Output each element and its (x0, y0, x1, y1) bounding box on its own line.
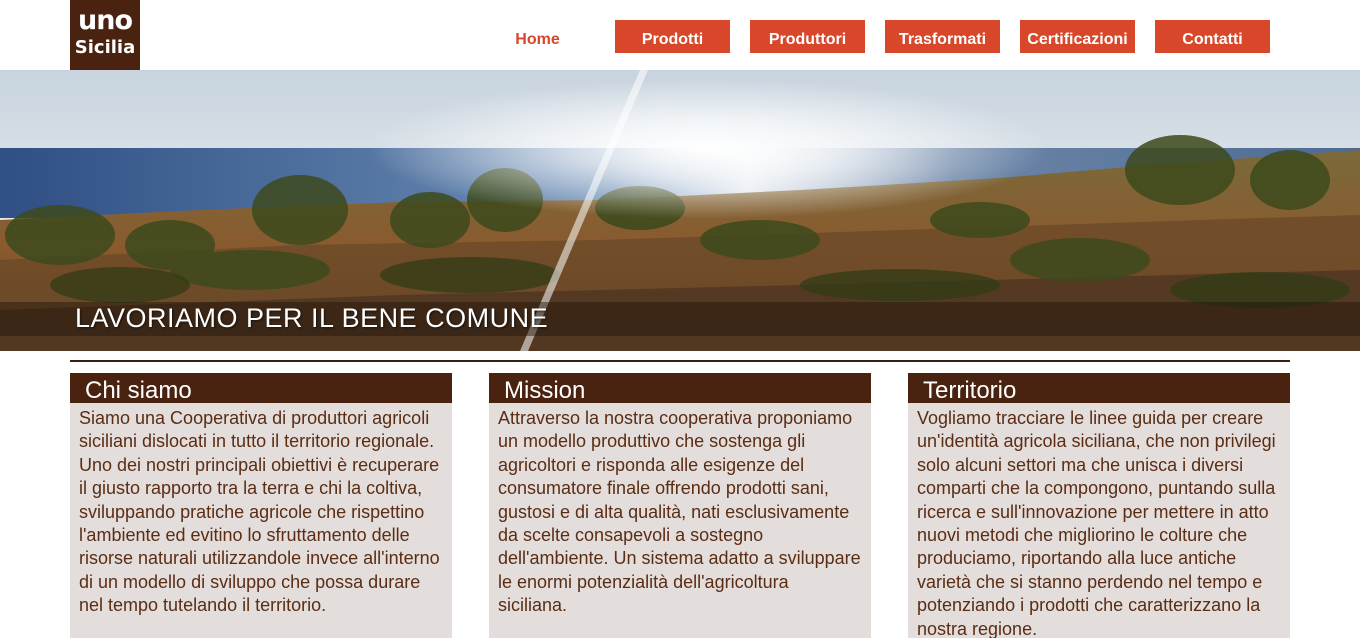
nav-certificazioni[interactable]: Certificazioni (1020, 20, 1135, 53)
column-territorio: Territorio Vogliamo tracciare le linee g… (908, 373, 1290, 638)
hero-caption: LAVORIAMO PER IL BENE COMUNE (75, 303, 549, 333)
column-chi-siamo: Chi siamo Siamo una Cooperativa di produ… (70, 373, 452, 638)
nav-prodotti[interactable]: Prodotti (615, 20, 730, 53)
section-divider (70, 360, 1290, 362)
column-text: Vogliamo tracciare le linee guida per cr… (917, 408, 1276, 638)
column-title: Chi siamo (70, 373, 452, 403)
site-logo[interactable]: uno Sicilia (70, 0, 140, 70)
column-text: Attraverso la nostra cooperativa proponi… (498, 408, 861, 616)
site-header: uno Sicilia Home Prodotti Produttori Tra… (0, 0, 1360, 70)
nav-home[interactable]: Home (500, 20, 575, 53)
column-mission: Mission Attraverso la nostra cooperativa… (489, 373, 871, 638)
nav-trasformati[interactable]: Trasformati (885, 20, 1000, 53)
logo-line1: uno (78, 5, 133, 36)
column-title: Mission (489, 373, 871, 403)
nav-contatti[interactable]: Contatti (1155, 20, 1270, 53)
column-text: Siamo una Cooperativa di produttori agri… (79, 408, 440, 616)
nav-produttori[interactable]: Produttori (750, 20, 865, 53)
column-title: Territorio (908, 373, 1290, 403)
hero-banner: LAVORIAMO PER IL BENE COMUNE (0, 70, 1360, 351)
logo-line2: Sicilia (74, 37, 136, 58)
